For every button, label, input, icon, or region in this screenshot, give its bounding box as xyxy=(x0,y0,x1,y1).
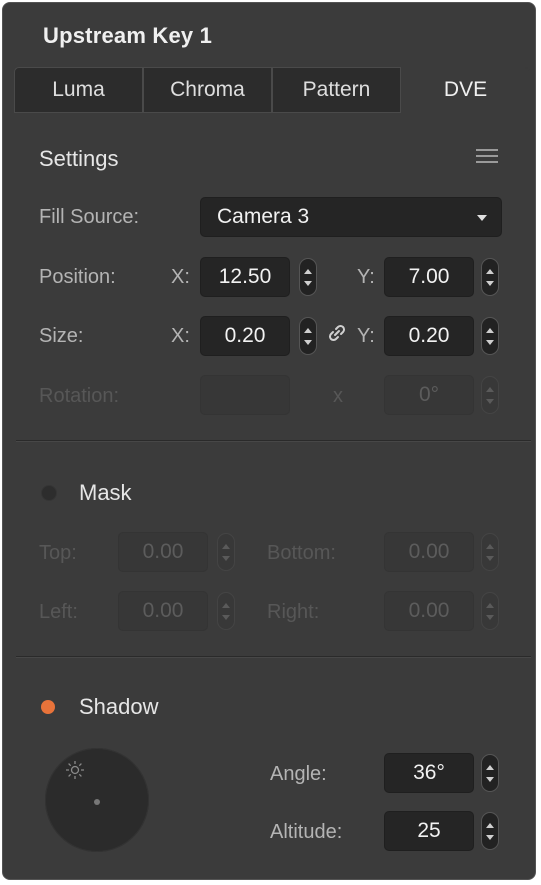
sun-icon xyxy=(66,761,84,779)
position-y-stepper[interactable] xyxy=(481,258,499,296)
mask-top-input[interactable]: 0.00 xyxy=(118,532,208,572)
rotation-label: Rotation: xyxy=(39,385,120,407)
size-x-input[interactable]: 0.20 xyxy=(200,316,290,356)
position-x-input[interactable]: 12.50 xyxy=(200,257,290,297)
angle-stepper[interactable] xyxy=(481,754,499,792)
mask-right-label: Right: xyxy=(267,601,320,623)
altitude-label: Altitude: xyxy=(270,821,343,843)
shadow-label: Shadow xyxy=(79,694,159,719)
size-x-label: X: xyxy=(171,325,190,347)
tab-pattern[interactable]: Pattern xyxy=(272,67,401,113)
chain-link-icon[interactable] xyxy=(327,323,347,343)
size-y-stepper[interactable] xyxy=(481,317,499,355)
size-x-stepper[interactable] xyxy=(299,317,317,355)
fill-source-dropdown[interactable]: Camera 3 xyxy=(200,197,502,237)
mask-left-stepper[interactable] xyxy=(217,592,235,630)
divider xyxy=(16,440,531,442)
divider xyxy=(16,656,531,658)
angle-input[interactable]: 36° xyxy=(384,753,474,793)
position-x-label: X: xyxy=(171,266,190,288)
angle-label: Angle: xyxy=(270,763,327,785)
mask-label: Mask xyxy=(79,480,132,505)
tab-dve[interactable]: DVE xyxy=(401,67,530,113)
fill-source-label: Fill Source: xyxy=(39,206,140,228)
altitude-stepper[interactable] xyxy=(481,812,499,850)
mask-left-input[interactable]: 0.00 xyxy=(118,591,208,631)
upstream-key-panel: Upstream Key 1 Luma Chroma Pattern DVE S… xyxy=(2,2,536,880)
mask-bottom-input[interactable]: 0.00 xyxy=(384,532,474,572)
tab-luma[interactable]: Luma xyxy=(14,67,143,113)
chevron-down-icon xyxy=(477,215,487,221)
mask-top-stepper[interactable] xyxy=(217,533,235,571)
shadow-direction-dial[interactable] xyxy=(45,748,149,852)
position-y-input[interactable]: 7.00 xyxy=(384,257,474,297)
shadow-position-handle[interactable] xyxy=(94,799,100,805)
mask-toggle-indicator[interactable] xyxy=(41,485,57,501)
mask-bottom-label: Bottom: xyxy=(267,542,336,564)
rotation-value[interactable]: 0° xyxy=(384,375,474,415)
size-y-input[interactable]: 0.20 xyxy=(384,316,474,356)
altitude-input[interactable]: 25 xyxy=(384,811,474,851)
key-type-tabs: Luma Chroma Pattern DVE xyxy=(14,67,530,113)
position-y-label: Y: xyxy=(357,266,375,288)
panel-title: Upstream Key 1 xyxy=(43,23,213,48)
settings-heading: Settings xyxy=(39,146,119,171)
size-label: Size: xyxy=(39,325,84,347)
rotation-input[interactable] xyxy=(200,375,290,415)
tab-chroma[interactable]: Chroma xyxy=(143,67,272,113)
position-x-stepper[interactable] xyxy=(299,258,317,296)
mask-bottom-stepper[interactable] xyxy=(481,533,499,571)
mask-top-label: Top: xyxy=(39,542,77,564)
mask-right-input[interactable]: 0.00 xyxy=(384,591,474,631)
mask-left-label: Left: xyxy=(39,601,78,623)
mask-right-stepper[interactable] xyxy=(481,592,499,630)
hamburger-menu-icon[interactable] xyxy=(476,145,498,167)
fill-source-value: Camera 3 xyxy=(217,205,310,228)
size-y-label: Y: xyxy=(357,325,375,347)
rotation-x-label: x xyxy=(333,385,343,407)
position-label: Position: xyxy=(39,266,116,288)
rotation-stepper[interactable] xyxy=(481,376,499,414)
shadow-toggle-indicator[interactable] xyxy=(41,700,55,714)
